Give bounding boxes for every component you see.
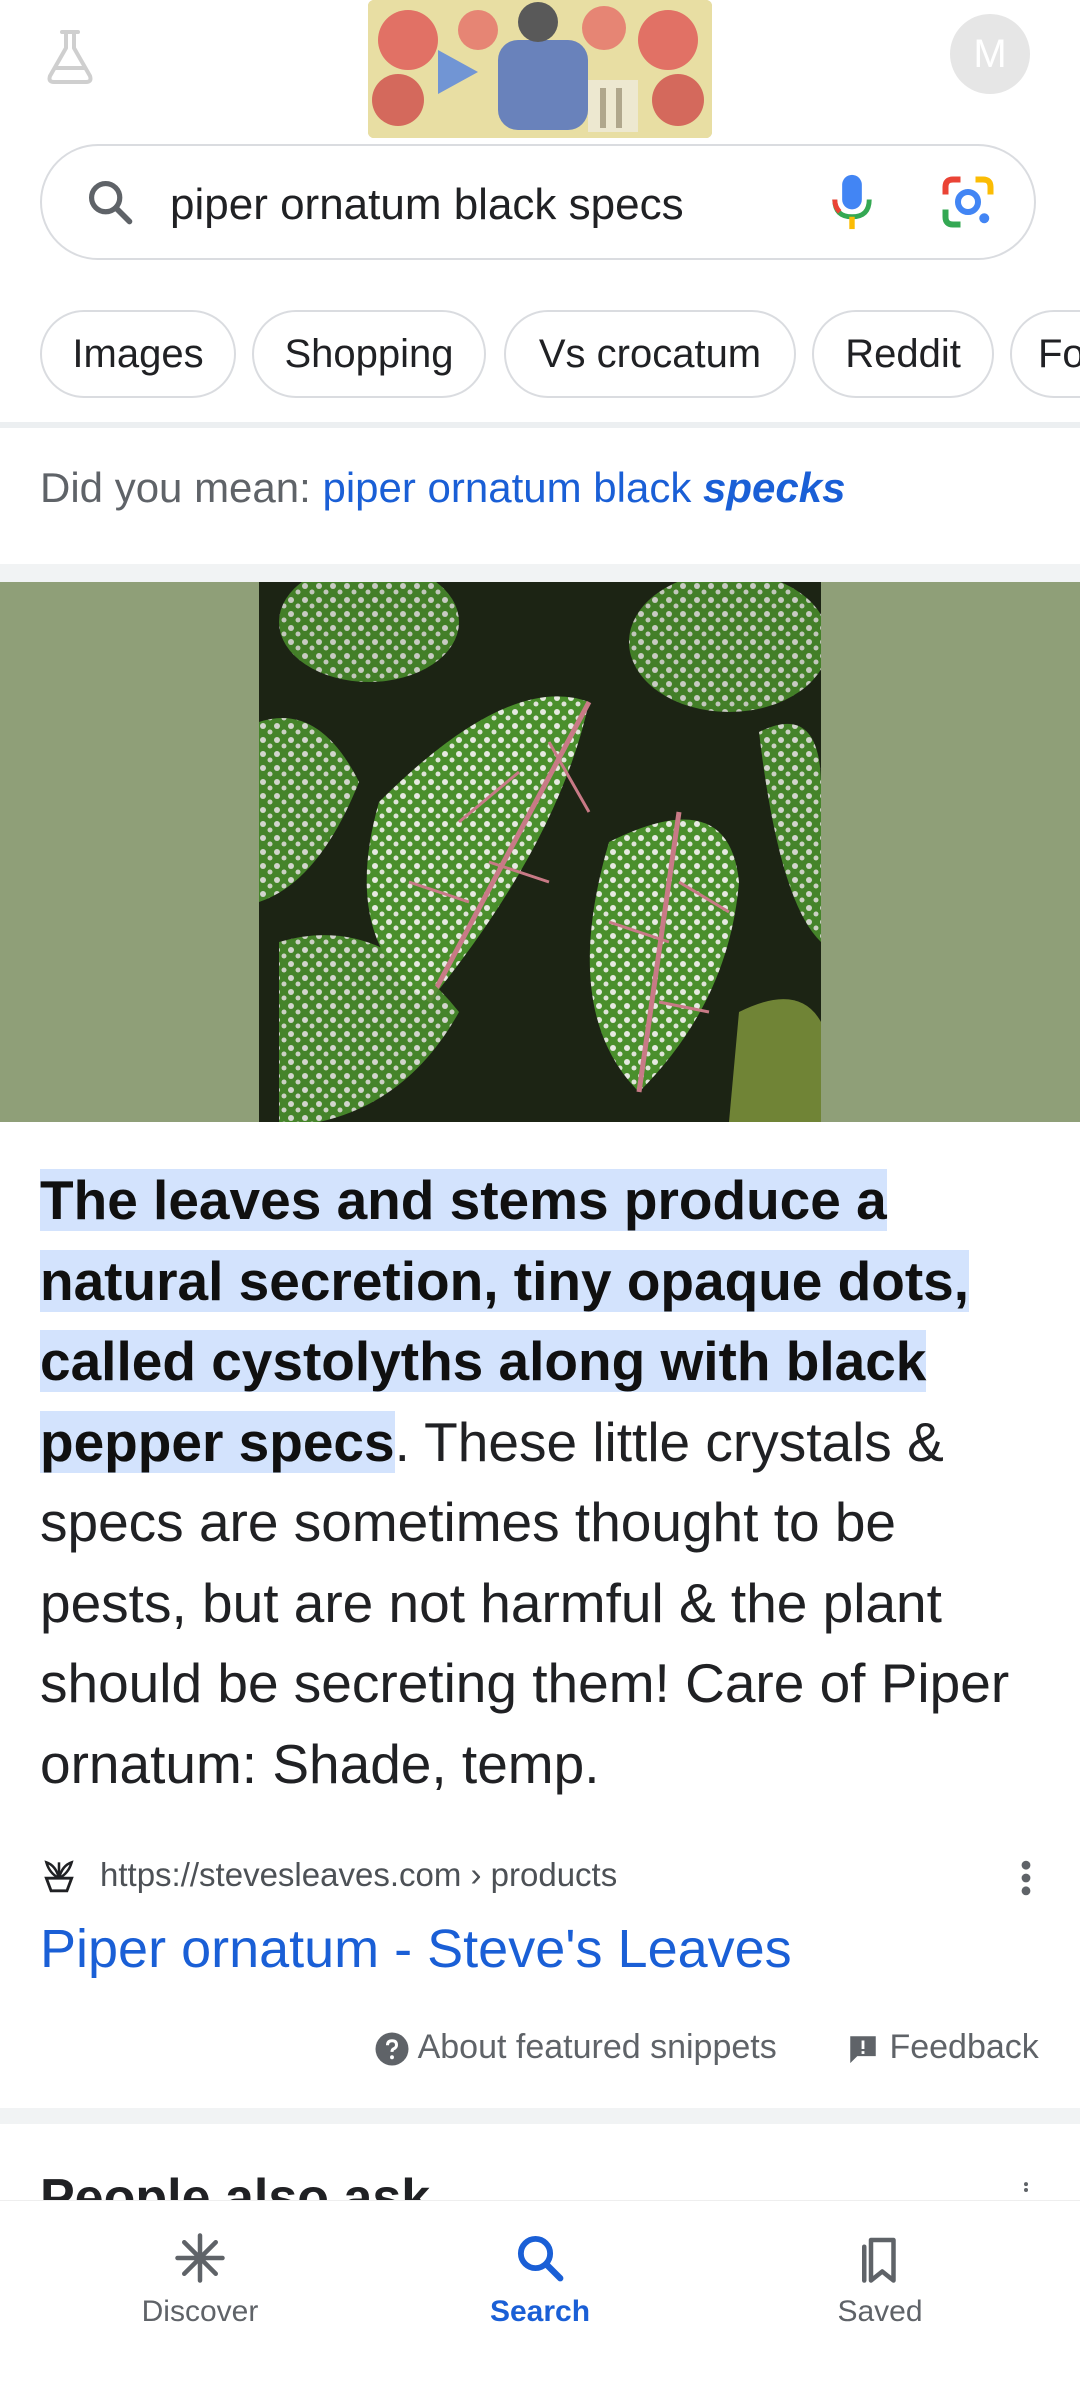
help-icon [375,2032,409,2066]
chip-shopping[interactable]: Shopping [252,310,486,398]
nav-label: Saved [837,2295,923,2328]
lens-icon[interactable] [938,172,998,232]
more-vert-icon[interactable] [1012,1856,1040,1900]
nav-saved[interactable]: Saved [730,2231,1030,2329]
people-also-ask-heading: People also ask [40,2169,431,2202]
more-vert-icon[interactable] [1012,2180,1040,2200]
section-divider [0,2108,1080,2124]
piper-ornatum-leaf-photo[interactable] [259,582,821,1122]
result-url[interactable]: https://stevesleaves.com › products [100,1856,617,1894]
labs-flask-icon[interactable] [38,24,102,88]
feedback-label: Feedback [889,2028,1039,2066]
avatar[interactable]: M [950,14,1030,94]
suggestion-text: piper ornatum black [322,464,704,511]
about-featured-snippets[interactable]: About featured snippets [374,2028,777,2074]
search-input[interactable]: piper ornatum black specs [170,180,684,230]
search-icon [88,180,133,225]
mic-icon[interactable] [822,170,882,234]
nav-search[interactable]: Search [390,2231,690,2329]
google-doodle[interactable] [368,0,712,138]
did-you-mean-prefix: Did you mean: [40,464,323,511]
chip-partial[interactable]: Fo [1010,310,1080,398]
bookmarks-icon [862,2237,896,2283]
nav-discover[interactable]: Discover [50,2231,350,2329]
did-you-mean-suggestion[interactable]: piper ornatum black specks [322,464,845,511]
result-title-link[interactable]: Piper ornatum - Steve's Leaves [40,1918,792,1980]
top-bar: M [0,0,1080,140]
suggestion-correction: specks [703,464,846,511]
asterisk-icon [175,2233,225,2283]
feedback-icon [850,2036,876,2064]
section-divider [0,564,1080,582]
nav-label: Search [489,2295,591,2328]
site-favicon-icon [44,1860,74,1893]
search-box[interactable]: piper ornatum black specs [40,144,1036,260]
filter-chips: Images Shopping Vs crocatum Reddit Fo [0,310,1080,402]
featured-snippet-text: The leaves and stems produce a natural s… [40,1160,1040,1804]
search-icon [517,2235,564,2282]
about-label: About featured snippets [417,2028,777,2066]
chip-reddit[interactable]: Reddit [812,310,994,398]
did-you-mean: Did you mean: piper ornatum black specks [40,464,845,512]
nav-label: Discover [141,2295,259,2328]
chip-vs-crocatum[interactable]: Vs crocatum [504,310,796,398]
divider [0,422,1080,428]
feedback-button[interactable]: Feedback [846,2028,1039,2074]
featured-image-panel[interactable] [0,582,1080,1122]
bottom-navigation: Discover Search Saved [0,2200,1080,2401]
chip-images[interactable]: Images [40,310,236,398]
